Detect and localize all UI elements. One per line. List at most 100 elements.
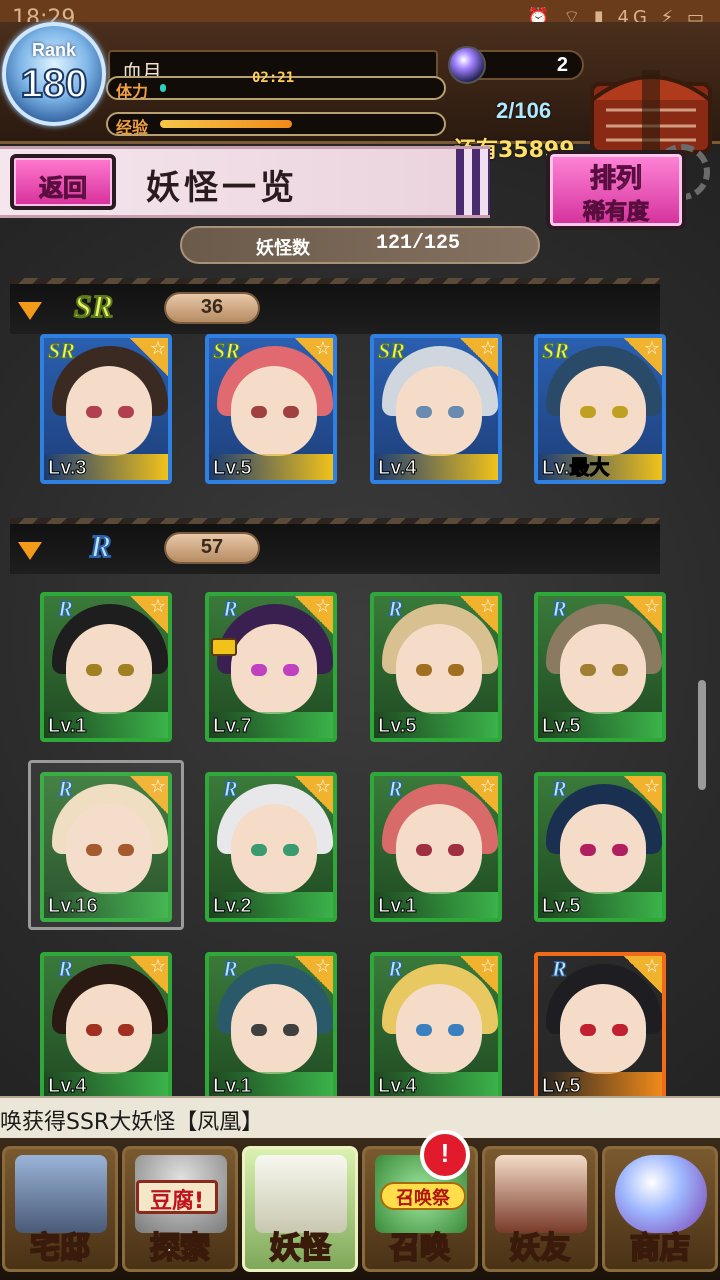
page-title: 妖怪一览	[146, 168, 298, 208]
card-level: Lv.2	[213, 895, 253, 918]
portrait-face	[396, 804, 482, 894]
youkai-card[interactable]: ☆ SR Lv.4	[370, 334, 502, 484]
back-button-label: 返回	[39, 174, 88, 203]
crystal-ball-icon	[615, 1155, 707, 1233]
youkai-card[interactable]: ☆ R Lv.5	[534, 592, 666, 742]
rank-label: Rank	[31, 40, 76, 60]
portrait-face	[66, 624, 152, 714]
portrait-eye	[448, 664, 464, 676]
youkai-card[interactable]: ☆ R Lv.2	[205, 772, 337, 922]
card-level: Lv.7	[213, 715, 253, 738]
portrait-eye	[251, 664, 267, 676]
stamina-bar: 体力 02:21	[106, 70, 446, 101]
favorite-star-icon: ☆	[149, 596, 166, 617]
summon-alert-badge: !	[420, 1130, 470, 1180]
portrait-face	[396, 366, 482, 456]
card-level: Lv.5	[542, 1075, 582, 1097]
portrait-eye	[612, 1024, 628, 1036]
portrait-eye	[612, 406, 628, 418]
card-level: Lv.1	[48, 715, 88, 738]
card-rarity: R	[223, 956, 239, 982]
treasure-chest-icon[interactable]	[586, 60, 716, 156]
card-rarity: SR	[378, 338, 406, 364]
favorite-star-icon: ☆	[314, 596, 331, 617]
portrait-face	[66, 984, 152, 1074]
group-count-badge: 36	[164, 292, 260, 324]
selected-card-highlight	[28, 760, 184, 930]
collapse-triangle-icon[interactable]	[18, 302, 42, 320]
portrait-eye	[251, 844, 267, 856]
sort-label: 排列	[589, 164, 642, 195]
summon-festival-tag: 召唤祭	[380, 1182, 466, 1210]
card-rarity: SR	[213, 338, 241, 364]
portrait-eye	[416, 406, 432, 418]
header-stripe	[10, 278, 660, 284]
bottom-nav: 宅邸 探索 妖怪 召唤 妖友 商店	[0, 1138, 720, 1280]
collapse-triangle-icon[interactable]	[18, 542, 42, 560]
youkai-card[interactable]: ☆ R Lv.1	[205, 952, 337, 1096]
youkai-card[interactable]: ☆ R Lv.5	[534, 952, 666, 1096]
card-rarity: SR	[542, 338, 570, 364]
portrait-face	[396, 984, 482, 1074]
catgirl-icon	[495, 1155, 587, 1233]
orb-counter: 2	[448, 46, 584, 84]
group-header-sr[interactable]: SR 36	[10, 278, 660, 334]
youkai-card[interactable]: ☆ R Lv.4	[40, 952, 172, 1096]
rank-badge[interactable]: Rank 180	[2, 22, 106, 126]
youkai-card[interactable]: ☆ R Lv.1	[370, 772, 502, 922]
card-level: Lv.4	[378, 1075, 418, 1097]
portrait-eye	[416, 844, 432, 856]
portrait-eye	[118, 1024, 134, 1036]
youkai-card[interactable]: ☆ R Lv.5	[534, 772, 666, 922]
nav-shop-label: 商店	[629, 1230, 691, 1267]
card-level: Lv.5	[542, 715, 582, 738]
stamina-label: 体力	[116, 82, 149, 101]
card-rarity: R	[58, 596, 74, 622]
portrait-eye	[448, 406, 464, 418]
group-count: 57	[200, 536, 224, 558]
card-rarity: R	[223, 776, 239, 802]
favorite-star-icon: ☆	[643, 596, 660, 617]
youkai-list[interactable]: SR 36 R 57 ☆ SR Lv.3 ☆ SR Lv.5 ☆ SR Lv.4 ☆ SR Lv.最大…	[0, 266, 720, 1096]
nav-youkai[interactable]: 妖怪	[242, 1146, 358, 1272]
group-count: 36	[200, 296, 224, 318]
youkai-card[interactable]: ☆ SR Lv.3	[40, 334, 172, 484]
group-header-r[interactable]: R 57	[10, 518, 660, 574]
portrait-eye	[580, 406, 596, 418]
youkai-count-label: 妖怪数	[256, 238, 310, 259]
nav-youkai-label: 妖怪	[269, 1230, 331, 1267]
back-button[interactable]: 返回	[10, 154, 116, 210]
summon-festival-text: 召唤祭	[396, 1188, 450, 1209]
card-level: Lv.4	[378, 457, 418, 480]
favorite-star-icon: ☆	[149, 956, 166, 977]
nav-shop[interactable]: 商店	[602, 1146, 718, 1272]
youkai-card[interactable]: ☆ R Lv.5	[370, 592, 502, 742]
card-rarity: R	[388, 596, 404, 622]
youkai-card[interactable]: ☆ R Lv.7	[205, 592, 337, 742]
favorite-star-icon: ☆	[643, 776, 660, 797]
list-scrollbar[interactable]	[698, 680, 706, 790]
favorite-star-icon: ☆	[314, 956, 331, 977]
portrait-eye	[416, 1024, 432, 1036]
portrait-face	[231, 804, 317, 894]
nav-home[interactable]: 宅邸	[2, 1146, 118, 1272]
portrait-eye	[448, 1024, 464, 1036]
youkai-card[interactable]: ☆ R Lv.4	[370, 952, 502, 1096]
card-rarity: R	[388, 956, 404, 982]
portrait-face	[560, 624, 646, 714]
card-rarity: R	[223, 596, 239, 622]
tofu-sign: 豆腐!	[136, 1180, 218, 1214]
exp-label: 经验	[116, 118, 149, 137]
nav-friends[interactable]: 妖友	[482, 1146, 598, 1272]
youkai-card[interactable]: ☆ SR Lv.最大	[534, 334, 666, 484]
youkai-card[interactable]: ☆ SR Lv.5	[205, 334, 337, 484]
youkai-card[interactable]: ☆ R Lv.1	[40, 592, 172, 742]
card-rarity: R	[552, 776, 568, 802]
youkai-count-value: 121/125	[376, 232, 461, 255]
sort-button[interactable]: 排列 稀有度	[546, 150, 686, 230]
portrait-eye	[580, 1024, 596, 1036]
favorite-star-icon: ☆	[643, 956, 660, 977]
player-header: 血月 体力 02:21 经验 2 2/106 还有35899	[0, 22, 720, 163]
nav-explore-label: 探索	[149, 1230, 211, 1267]
favorite-star-icon: ☆	[149, 338, 166, 359]
